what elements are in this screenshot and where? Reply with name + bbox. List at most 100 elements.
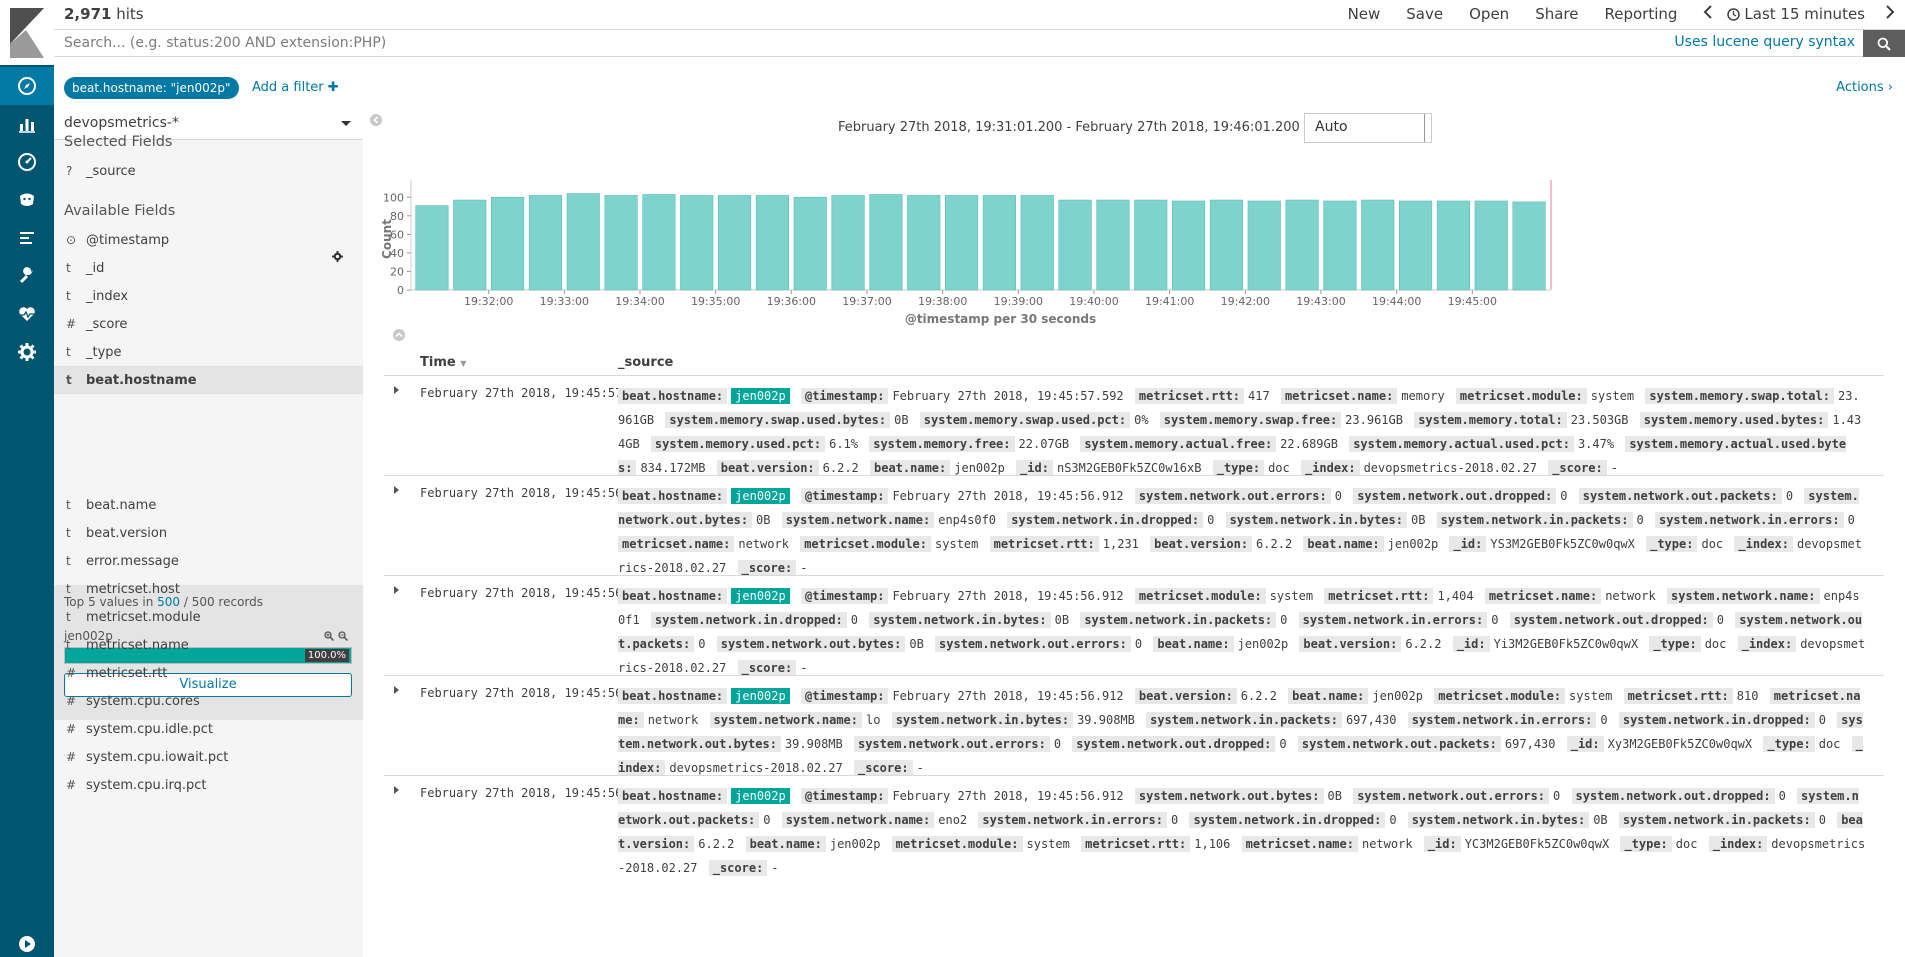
histogram-bar[interactable] [1474, 200, 1508, 291]
reporting-button[interactable]: Reporting [1604, 5, 1677, 23]
management-gear-icon[interactable] [0, 333, 54, 371]
save-button[interactable]: Save [1406, 5, 1443, 23]
histogram-bar[interactable] [1399, 200, 1433, 291]
field-name: metricset.host [86, 581, 180, 597]
histogram-bar[interactable] [869, 194, 903, 291]
collapse-sidebar-icon[interactable] [369, 113, 383, 131]
filter-pill[interactable]: beat.hostname: "jen002p" [64, 77, 239, 99]
field-type-icon: # [66, 722, 77, 736]
field-item-type[interactable]: t _type [54, 338, 363, 366]
field-item-metricset-rtt[interactable]: # metricset.rtt [54, 659, 363, 687]
histogram-bar[interactable] [1436, 200, 1470, 291]
field-type-icon: t [66, 582, 71, 596]
histogram-bar[interactable] [755, 195, 789, 291]
histogram-bar[interactable] [642, 194, 676, 291]
source-field-key: beat.name: [745, 836, 826, 852]
histogram-bar[interactable] [1323, 200, 1357, 291]
field-item-system-cpu-cores[interactable]: # system.cpu.cores [54, 687, 363, 715]
histogram-bar[interactable] [1361, 199, 1395, 291]
field-item-id[interactable]: t _id [54, 254, 363, 282]
expand-row-caret-icon[interactable] [394, 786, 399, 794]
field-item-metricset-host[interactable]: t metricset.host [54, 575, 363, 603]
field-item-system-cpu-idle-pct[interactable]: # system.cpu.idle.pct [54, 715, 363, 743]
sort-down-icon[interactable]: ▼ [460, 359, 466, 368]
histogram-bar[interactable] [1285, 199, 1319, 291]
monitoring-icon[interactable] [0, 295, 54, 333]
timelion-icon[interactable] [0, 181, 54, 219]
histogram-bar[interactable] [528, 195, 562, 291]
time-picker[interactable]: Last 15 minutes [1727, 5, 1865, 23]
search-input[interactable] [64, 30, 1564, 56]
histogram-bar[interactable] [907, 195, 941, 291]
histogram-bar[interactable] [718, 195, 752, 291]
visualize-icon[interactable] [0, 105, 54, 143]
histogram-bar[interactable] [1096, 199, 1130, 291]
source-field-key: system.memory.swap.total: [1645, 388, 1834, 404]
dashboard-icon[interactable] [0, 143, 54, 181]
x-axis-label: @timestamp per 30 seconds [905, 312, 1096, 326]
column-header-time[interactable]: Time ▼ [420, 355, 466, 370]
source-field-value: 0B [1593, 813, 1608, 827]
collapse-nav-icon[interactable] [0, 925, 54, 957]
source-field-key: system.network.out.bytes: [1134, 788, 1324, 804]
histogram-bar[interactable] [604, 195, 638, 291]
discover-icon[interactable] [0, 67, 54, 105]
field-item-beat-hostname[interactable]: t beat.hostname [54, 366, 363, 394]
field-type-icon: # [66, 317, 77, 331]
time-back-chevron-icon[interactable] [1703, 5, 1713, 23]
collapse-chart-icon[interactable] [392, 328, 406, 346]
expand-row-caret-icon[interactable] [394, 486, 399, 494]
new-button[interactable]: New [1348, 5, 1381, 23]
histogram-chart[interactable]: 020406080100Count19:32:00 19:33:00 19:34:0… [364, 158, 1905, 338]
lucene-syntax-link[interactable]: Uses lucene query syntax [1674, 34, 1855, 50]
source-field-value: 23.503GB [1570, 413, 1629, 427]
interval-select[interactable]: Auto [1304, 113, 1432, 143]
field-item-source[interactable]: ? _source [54, 154, 363, 188]
expand-row-caret-icon[interactable] [394, 686, 399, 694]
histogram-bar[interactable] [453, 199, 487, 291]
field-item-metricset-name[interactable]: t metricset.name [54, 631, 363, 659]
y-tick-label: 20 [390, 265, 404, 278]
field-item-system-cpu-irq-pct[interactable]: # system.cpu.irq.pct [54, 771, 363, 799]
histogram-bar[interactable] [831, 195, 865, 291]
share-button[interactable]: Share [1535, 5, 1578, 23]
ml-icon[interactable] [0, 219, 54, 257]
search-button[interactable] [1863, 30, 1905, 57]
field-type-icon: t [66, 345, 71, 359]
field-item-index[interactable]: t _index [54, 282, 363, 310]
add-filter-button[interactable]: Add a filter ✚ [252, 80, 339, 95]
field-item-error-message[interactable]: t error.message [54, 547, 363, 575]
expand-row-caret-icon[interactable] [394, 386, 399, 394]
histogram-bar[interactable] [491, 196, 525, 291]
histogram-bar[interactable] [415, 205, 449, 291]
field-item-timestamp[interactable]: ⊙ @timestamp [54, 226, 363, 254]
histogram-bar[interactable] [982, 195, 1016, 291]
field-item-metricset-module[interactable]: t metricset.module [54, 603, 363, 631]
field-item-beat-name[interactable]: t beat.name [54, 491, 363, 519]
actions-button[interactable]: Actions › [1836, 80, 1893, 95]
histogram-bar[interactable] [1058, 199, 1092, 291]
expand-row-caret-icon[interactable] [394, 586, 399, 594]
histogram-bar[interactable] [1134, 199, 1168, 291]
histogram-bar[interactable] [1172, 200, 1206, 291]
histogram-bar[interactable] [1512, 201, 1546, 291]
source-field-value: 6.2.2 [1240, 689, 1277, 703]
histogram-bar[interactable] [680, 195, 714, 291]
histogram-bar[interactable] [1020, 195, 1054, 291]
open-button[interactable]: Open [1469, 5, 1509, 23]
field-name: metricset.name [86, 637, 189, 653]
histogram-bar[interactable] [793, 196, 827, 291]
field-item-score[interactable]: # _score [54, 310, 363, 338]
kibana-logo[interactable] [0, 0, 54, 65]
time-forward-chevron-icon[interactable] [1885, 5, 1895, 23]
histogram-bar[interactable] [1247, 200, 1281, 291]
field-name: beat.name [86, 497, 157, 513]
devtools-icon[interactable] [0, 257, 54, 295]
histogram-bar[interactable] [945, 195, 979, 291]
field-item-system-cpu-iowait-pct[interactable]: # system.cpu.iowait.pct [54, 743, 363, 771]
field-item-beat-version[interactable]: t beat.version [54, 519, 363, 547]
source-field-value: YC3M2GEB0Fk5ZC0w0qwX [1464, 837, 1610, 851]
histogram-bar[interactable] [566, 193, 600, 291]
source-field-key: metricset.module: [891, 836, 1023, 852]
histogram-bar[interactable] [1209, 199, 1243, 291]
